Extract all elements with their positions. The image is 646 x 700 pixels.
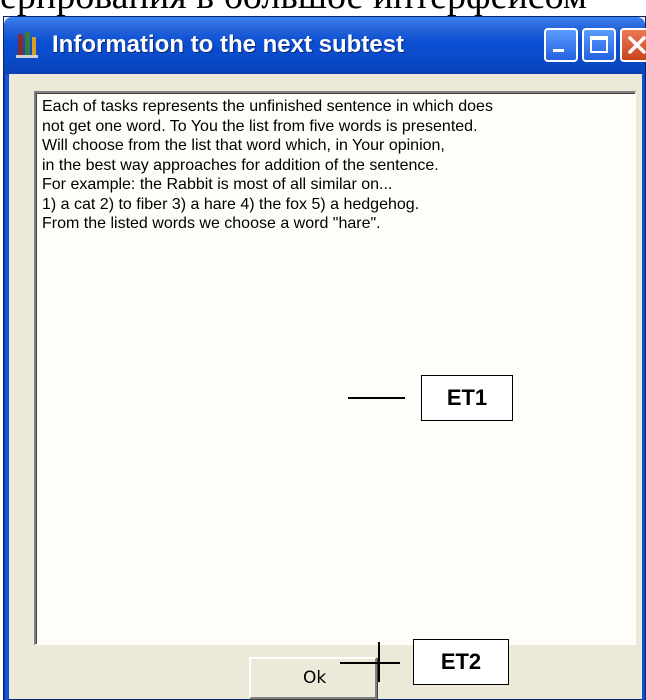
memo-line: Each of tasks represents the unfinished … (42, 98, 493, 115)
window-frame-left (4, 74, 9, 700)
app-icon (16, 31, 38, 59)
et2-pointer-tick (378, 642, 380, 682)
memo-line: 1) a cat 2) to fiber 3) a hare 4) the fo… (42, 195, 420, 213)
window-frame-right (642, 74, 645, 700)
maximize-icon (590, 36, 608, 53)
memo-line: From the listed words we choose a word "… (42, 215, 381, 232)
window-title: Information to the next subtest (52, 31, 405, 58)
memo-line: For example: the Rabbit is most of all s… (42, 176, 393, 193)
et1-callout: ET1 (421, 375, 513, 421)
et2-pointer-line (340, 662, 400, 664)
memo-line: not get one word. To You the list from f… (42, 117, 478, 135)
dialog-window: Information to the next subtest Each of … (3, 16, 646, 700)
et2-callout: ET2 (413, 639, 509, 685)
memo-line: in the best way approaches for addition … (42, 156, 439, 174)
minimize-button[interactable] (544, 28, 578, 62)
close-button[interactable] (620, 28, 646, 62)
et1-pointer-line (348, 397, 405, 399)
close-icon (628, 36, 646, 54)
memo-line: Will choose from the list that word whic… (42, 137, 445, 154)
title-bar[interactable]: Information to the next subtest (4, 17, 646, 74)
maximize-button[interactable] (582, 28, 616, 62)
minimize-icon (553, 49, 564, 52)
instruction-memo[interactable]: Each of tasks represents the unfinished … (34, 91, 636, 645)
page: ерпрования в большое интерфейсом Informa… (0, 0, 646, 700)
